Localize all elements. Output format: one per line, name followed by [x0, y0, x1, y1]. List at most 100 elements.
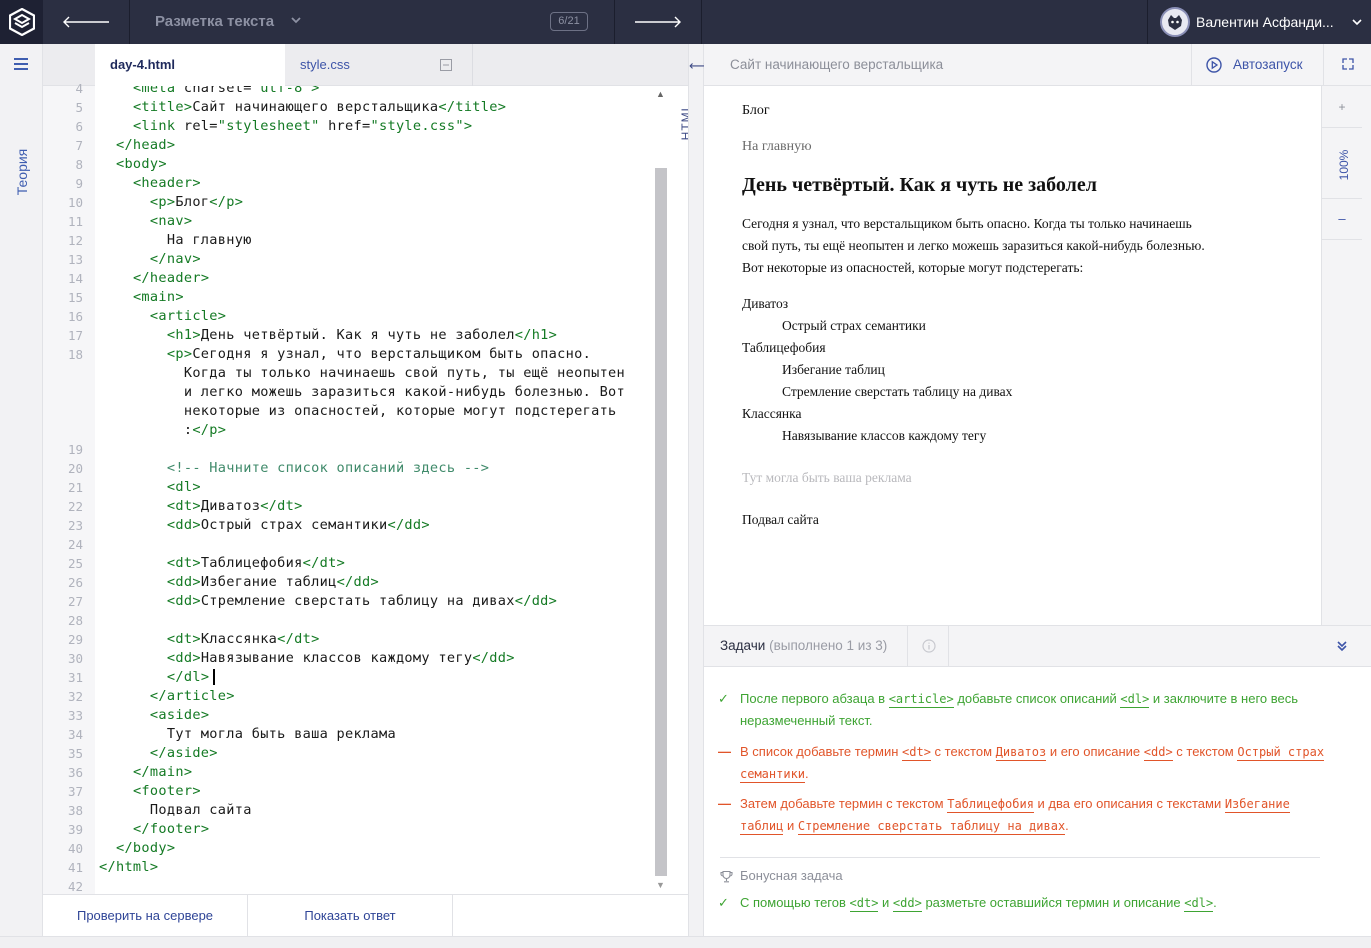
preview-dd: Навязывание классов каждому тегу	[782, 428, 987, 443]
code-line[interactable]: </html>	[99, 858, 158, 877]
task-item: — В список добавьте термин <dt> с текстом…	[718, 741, 1330, 785]
previous-lesson-button[interactable]	[43, 0, 130, 44]
code-token: <dl>	[1120, 692, 1150, 708]
code-line[interactable]: <title>Сайт начинающего верстальщика</ti…	[99, 98, 506, 117]
code-line[interactable]: <aside>	[99, 706, 209, 725]
trainer-app: Разметка текста 6/21 Валентин Асфанди...	[0, 0, 1371, 948]
line-number: 19	[67, 442, 83, 457]
code-line[interactable]: <main>	[99, 288, 184, 307]
code-line[interactable]: и легко можешь заразиться какой-нибудь б…	[99, 383, 625, 402]
code-line[interactable]: некоторые из опасностей, которые могут п…	[99, 402, 617, 421]
zoom-out-button[interactable]: –	[1322, 198, 1362, 240]
line-number: 14	[67, 271, 83, 286]
code-token: <dl>	[1184, 896, 1214, 912]
line-number: 29	[67, 632, 83, 647]
code-line[interactable]: </nav>	[99, 250, 201, 269]
code-line[interactable]: <article>	[99, 307, 226, 326]
code-line[interactable]: <link rel="stylesheet" href="style.css">	[99, 117, 472, 136]
scroll-up-icon[interactable]: ▲	[656, 89, 665, 99]
code-line[interactable]: На главную	[99, 231, 252, 250]
line-number: 7	[75, 138, 83, 153]
theory-tab[interactable]: Теория	[14, 149, 30, 196]
course-title[interactable]: Разметка текста	[155, 0, 274, 44]
editor-scrollbar[interactable]: ▲ ▼	[653, 86, 669, 894]
line-number: 33	[67, 708, 83, 723]
avatar	[1160, 7, 1190, 37]
arrow-right-icon	[635, 16, 681, 28]
preview-header: Сайт начинающего верстальщика Автозапуск	[704, 44, 1371, 86]
tasks-info-button[interactable]	[907, 626, 949, 667]
code-line[interactable]: </footer>	[99, 820, 209, 839]
code-line[interactable]: <dd>Навязывание классов каждому тегу</dd…	[99, 649, 515, 668]
preview-nav: На главную	[742, 139, 812, 154]
code-line[interactable]: <dl>	[99, 478, 201, 497]
user-avatar-icon	[1168, 15, 1182, 30]
code-line[interactable]: :</p>	[99, 421, 226, 440]
code-line[interactable]: <dd>Стремление сверстать таблицу на дива…	[99, 592, 557, 611]
code-line[interactable]: <dt>Диватоз</dt>	[99, 497, 303, 516]
code-line[interactable]: <dd>Острый страх семантики</dd>	[99, 516, 430, 535]
code-line[interactable]: Тут могла быть ваша реклама	[99, 725, 396, 744]
code-line[interactable]: </header>	[99, 269, 209, 288]
code-line[interactable]: </head>	[99, 136, 175, 155]
code-editor[interactable]: <meta charset="utf-8"> <title>Сайт начин…	[95, 86, 653, 894]
code-line[interactable]: <nav>	[99, 212, 192, 231]
collapse-down-icon[interactable]	[1336, 640, 1348, 652]
code-line[interactable]: <header>	[99, 174, 201, 193]
pane-splitter[interactable]: ⟷	[688, 44, 708, 936]
autorun-button[interactable]: Автозапуск	[1191, 44, 1324, 86]
line-number: 24	[67, 537, 83, 552]
code-line[interactable]: <p>Сегодня я узнал, что верстальщиком бы…	[99, 345, 591, 364]
preview-dt: Диватоз	[742, 296, 789, 311]
zoom-panel: + 100% –	[1321, 86, 1371, 625]
code-line[interactable]: <dd>Избегание таблиц</dd>	[99, 573, 379, 592]
fullscreen-icon[interactable]	[1342, 58, 1354, 70]
code-line[interactable]: <p>Блог</p>	[99, 193, 243, 212]
code-line[interactable]: <footer>	[99, 782, 201, 801]
top-bar: Разметка текста 6/21 Валентин Асфанди...	[0, 0, 1371, 44]
tab-day-4-html[interactable]: day-4.html	[95, 44, 285, 87]
check-on-server-button[interactable]: Проверить на сервере	[43, 895, 248, 937]
line-number: 15	[67, 290, 83, 305]
line-number: 32	[67, 689, 83, 704]
task-item: ✓ После первого абзаца в <article> добавь…	[718, 688, 1330, 732]
preview-heading: День четвёртый. Как я чуть не заболел	[742, 174, 1097, 196]
preview-paragraph-line: Сегодня я узнал, что верстальщиком быть …	[742, 216, 1192, 231]
logo[interactable]	[0, 0, 43, 44]
menu-icon[interactable]	[14, 58, 28, 70]
task-text: С помощью тегов	[740, 895, 850, 910]
user-menu[interactable]: Валентин Асфанди...	[1147, 0, 1371, 44]
code-line[interactable]: </main>	[99, 763, 192, 782]
code-line[interactable]: <body>	[99, 155, 167, 174]
zoom-in-button[interactable]: +	[1322, 86, 1362, 128]
code-line[interactable]: <dt>Классянка</dt>	[99, 630, 320, 649]
code-line[interactable]: <h1>День четвёртый. Как я чуть не заболе…	[99, 326, 557, 345]
preview-footer: Подвал сайта	[742, 512, 819, 527]
preview-dd: Стремление сверстать таблицу на дивах	[782, 384, 1013, 399]
line-number: 40	[67, 841, 83, 856]
code-line[interactable]: Когда ты только начинаешь свой путь, ты …	[99, 364, 625, 383]
code-line[interactable]: </body>	[99, 839, 175, 858]
task-text: разметьте оставшийся термин и описание	[921, 895, 1185, 910]
code-line[interactable]: <!-- Начните список описаний здесь -->	[99, 459, 489, 478]
show-answer-button[interactable]: Показать ответ	[248, 895, 453, 937]
code-line[interactable]: <meta charset="utf-8">	[99, 86, 320, 98]
code-line[interactable]: Подвал сайта	[99, 801, 252, 820]
footer-strip	[0, 936, 1371, 948]
preview-paragraph-line: Вот некоторые из опасностей, которые мог…	[742, 260, 1084, 275]
minimize-icon[interactable]	[440, 59, 452, 71]
line-number: 8	[75, 157, 83, 172]
task-text: и	[783, 818, 798, 833]
scroll-down-icon[interactable]: ▼	[656, 880, 665, 890]
code-line[interactable]: </aside>	[99, 744, 218, 763]
preview-dt: Таблицефобия	[742, 340, 826, 355]
code-line[interactable]: </dl>	[99, 668, 209, 687]
next-lesson-button[interactable]	[614, 0, 702, 44]
chevron-down-icon[interactable]	[290, 14, 302, 26]
resize-horizontal-icon[interactable]: ⟷	[689, 58, 708, 74]
scroll-thumb[interactable]	[655, 168, 667, 876]
preview-aside: Тут могла быть ваша реклама	[742, 470, 912, 485]
code-line[interactable]: </article>	[99, 687, 235, 706]
line-number: 16	[67, 309, 83, 324]
code-line[interactable]: <dt>Таблицефобия</dt>	[99, 554, 345, 573]
